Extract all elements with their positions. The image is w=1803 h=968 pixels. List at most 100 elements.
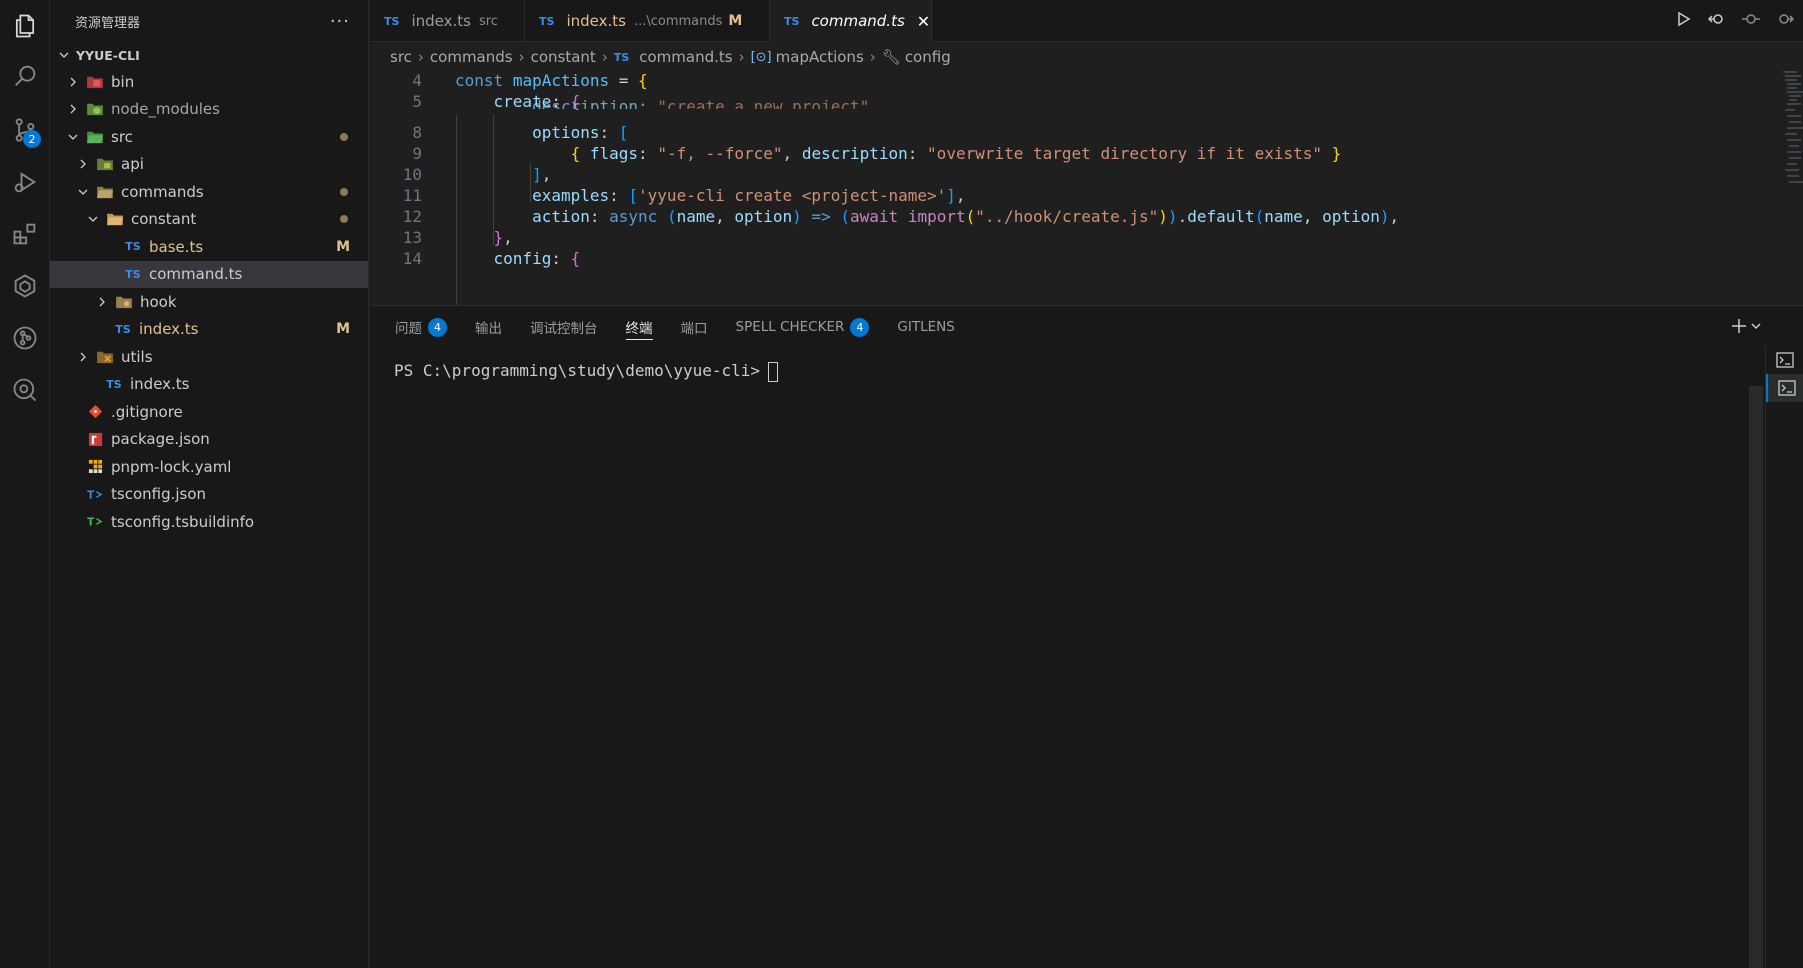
folder-bin-icon xyxy=(85,73,105,91)
tree-item-label: index.ts xyxy=(130,375,190,394)
more-actions-icon[interactable]: ··· xyxy=(330,11,350,32)
tree-item-gitignore[interactable]: .gitignore xyxy=(50,398,368,426)
git-commit-icon[interactable] xyxy=(1741,9,1761,33)
chevron-right-icon: › xyxy=(738,48,745,66)
terminal-output[interactable]: PS C:\programming\study\demo\yyue-cli> xyxy=(394,361,779,382)
workspace-root[interactable]: YYUE-CLI xyxy=(50,42,368,68)
line-number: 8 xyxy=(412,123,422,142)
tree-item-label: tsconfig.json xyxy=(111,485,207,504)
tab-index-ts-commands[interactable]: TS index.ts ...\commands M xyxy=(525,0,770,42)
tree-item-node-modules[interactable]: node_modules xyxy=(50,96,368,124)
tree-item-command-ts[interactable]: TS command.ts xyxy=(50,260,368,288)
tree-item-utils[interactable]: utils xyxy=(50,343,368,371)
gitlens-inspect-icon[interactable] xyxy=(0,366,50,414)
chevron-down-icon xyxy=(75,184,91,200)
code-line-partial: description: "create a new project", xyxy=(532,97,879,109)
tab-label: GITLENS xyxy=(897,319,955,335)
code-editor[interactable]: 4 const mapActions = { 5 create: { descr… xyxy=(370,70,1803,305)
chevron-right-icon: › xyxy=(869,48,876,66)
tab-problems[interactable]: 问题 4 xyxy=(395,306,447,348)
compare-changes-icon[interactable] xyxy=(1707,9,1727,33)
chevron-right-icon: › xyxy=(518,48,525,66)
tree-item-bin[interactable]: bin xyxy=(50,68,368,96)
run-debug-icon[interactable] xyxy=(0,158,50,206)
tree-item-label: tsconfig.tsbuildinfo xyxy=(111,512,255,531)
tree-item-label: api xyxy=(121,155,144,174)
breadcrumb-item[interactable]: src xyxy=(390,48,412,66)
tab-gitlens[interactable]: GITLENS xyxy=(897,306,954,348)
tab-ports[interactable]: 端口 xyxy=(681,306,708,348)
tab-debug-console[interactable]: 调试控制台 xyxy=(530,306,598,348)
tree-item-base-ts[interactable]: TS base.ts M xyxy=(50,233,368,261)
tree-item-label: package.json xyxy=(111,430,210,449)
line-number: 12 xyxy=(402,207,422,226)
typescript-file-icon: TS xyxy=(106,377,122,391)
tab-spell-checker[interactable]: SPELL CHECKER 4 xyxy=(736,306,870,348)
wrench-icon: 🔧︎ xyxy=(881,48,901,66)
breadcrumb-item[interactable]: mapActions xyxy=(776,48,864,66)
chevron-right-icon xyxy=(94,294,110,310)
terminal-scrollbar[interactable] xyxy=(1749,386,1763,968)
tree-item-tsbuildinfo[interactable]: T tsconfig.tsbuildinfo xyxy=(50,508,368,536)
terminal-list xyxy=(1765,346,1803,968)
tab-label: 端口 xyxy=(680,321,708,337)
line-number: 9 xyxy=(412,144,422,163)
breadcrumb-item[interactable]: command.ts xyxy=(639,48,732,66)
tab-terminal[interactable]: 终端 xyxy=(625,306,653,348)
chevron-right-icon xyxy=(75,349,91,365)
modified-badge: M xyxy=(336,238,350,255)
new-terminal-button[interactable] xyxy=(1731,316,1763,340)
typescript-file-icon: TS xyxy=(125,267,141,281)
tree-item-api[interactable]: api xyxy=(50,151,368,179)
tree-item-commands-index-ts[interactable]: TS index.ts M xyxy=(50,316,368,344)
tab-command-ts[interactable]: TS command.ts ✕ xyxy=(770,0,932,42)
code-line: options: [ xyxy=(532,123,629,142)
gitlens-icon[interactable] xyxy=(0,314,50,362)
tree-item-constant[interactable]: constant xyxy=(50,206,368,234)
tree-item-commands[interactable]: commands xyxy=(50,178,368,206)
npm-file-icon xyxy=(85,430,105,448)
terminal-instance-2[interactable] xyxy=(1766,374,1803,402)
tab-label: 输出 xyxy=(475,321,502,337)
breadcrumb-item[interactable]: constant xyxy=(531,48,596,66)
modified-dot xyxy=(340,187,348,196)
tree-item-pnpm-lock[interactable]: pnpm-lock.yaml xyxy=(50,453,368,481)
search-icon[interactable] xyxy=(0,52,50,100)
tree-item-src-index-ts[interactable]: TS index.ts xyxy=(50,371,368,399)
code-line: const mapActions = { xyxy=(455,71,648,90)
tab-label: index.ts xyxy=(411,12,471,30)
breadcrumb-item[interactable]: config xyxy=(905,48,951,66)
chevron-right-icon: › xyxy=(601,48,608,66)
tab-output[interactable]: 输出 xyxy=(475,306,502,348)
open-changes-icon[interactable] xyxy=(1775,9,1795,33)
explorer-icon[interactable] xyxy=(0,2,50,50)
tree-item-src[interactable]: src xyxy=(50,123,368,151)
tree-item-label: hook xyxy=(140,292,177,311)
bottom-panel: 问题 4 输出 调试控制台 终端 端口 SPELL CHECKER 4 GITL… xyxy=(370,305,1803,968)
explorer-header: 资源管理器 ··· xyxy=(50,0,368,42)
folder-node-icon xyxy=(85,100,105,118)
terminal-instance-1[interactable] xyxy=(1766,346,1803,374)
breadcrumb-item[interactable]: commands xyxy=(430,48,513,66)
tab-label: 调试控制台 xyxy=(530,321,598,337)
activity-bar: 2 xyxy=(0,0,50,968)
git-file-icon xyxy=(85,403,105,421)
extensions-icon[interactable] xyxy=(0,210,50,258)
tree-item-hook[interactable]: hook xyxy=(50,288,368,316)
tab-index-ts-src[interactable]: TS index.ts src xyxy=(370,0,525,42)
run-icon[interactable] xyxy=(1673,9,1693,33)
workspace-root-label: YYUE-CLI xyxy=(76,47,140,63)
minimap[interactable] xyxy=(1781,70,1803,210)
remote-explorer-icon[interactable] xyxy=(0,262,50,310)
svg-text:T: T xyxy=(87,517,94,529)
close-icon[interactable]: ✕ xyxy=(917,12,930,31)
panel-tabs: 问题 4 输出 调试控制台 终端 端口 SPELL CHECKER 4 GITL… xyxy=(395,306,983,348)
tree-item-label: .gitignore xyxy=(111,402,183,421)
source-control-icon[interactable]: 2 xyxy=(0,106,50,154)
tree-item-label: index.ts xyxy=(139,320,199,339)
variable-icon: [⊙] xyxy=(750,49,772,65)
tree-item-package-json[interactable]: package.json xyxy=(50,426,368,454)
tab-description: src xyxy=(478,13,498,29)
tree-item-tsconfig-json[interactable]: T tsconfig.json xyxy=(50,481,368,509)
typescript-file-icon: TS xyxy=(115,322,131,336)
